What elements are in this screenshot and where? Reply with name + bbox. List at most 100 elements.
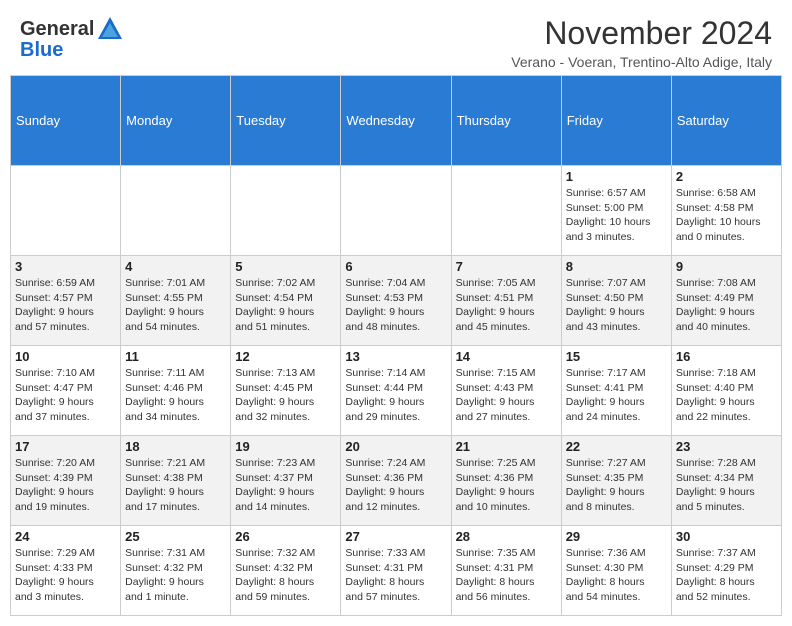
day-info: Sunrise: 7:20 AM Sunset: 4:39 PM Dayligh… [15, 456, 116, 515]
day-number: 11 [125, 349, 226, 364]
day-number: 3 [15, 259, 116, 274]
day-info: Sunrise: 7:28 AM Sunset: 4:34 PM Dayligh… [676, 456, 777, 515]
day-number: 22 [566, 439, 667, 454]
table-row: 17 Sunrise: 7:20 AM Sunset: 4:39 PM Dayli… [11, 436, 121, 526]
col-friday: Friday [561, 76, 671, 166]
day-info: Sunrise: 7:14 AM Sunset: 4:44 PM Dayligh… [345, 366, 446, 425]
logo: General Blue [20, 15, 124, 62]
day-info: Sunrise: 7:24 AM Sunset: 4:36 PM Dayligh… [345, 456, 446, 515]
day-number: 15 [566, 349, 667, 364]
day-info: Sunrise: 7:35 AM Sunset: 4:31 PM Dayligh… [456, 546, 557, 605]
day-info: Sunrise: 7:04 AM Sunset: 4:53 PM Dayligh… [345, 276, 446, 335]
day-info: Sunrise: 7:31 AM Sunset: 4:32 PM Dayligh… [125, 546, 226, 605]
day-number: 17 [15, 439, 116, 454]
day-number: 23 [676, 439, 777, 454]
day-info: Sunrise: 7:01 AM Sunset: 4:55 PM Dayligh… [125, 276, 226, 335]
table-row [11, 166, 121, 256]
day-info: Sunrise: 7:32 AM Sunset: 4:32 PM Dayligh… [235, 546, 336, 605]
day-number: 20 [345, 439, 446, 454]
table-row: 25 Sunrise: 7:31 AM Sunset: 4:32 PM Dayli… [121, 526, 231, 616]
col-wednesday: Wednesday [341, 76, 451, 166]
table-row: 19 Sunrise: 7:23 AM Sunset: 4:37 PM Dayli… [231, 436, 341, 526]
table-row: 15 Sunrise: 7:17 AM Sunset: 4:41 PM Dayli… [561, 346, 671, 436]
logo-general-text: General [20, 18, 94, 41]
day-number: 28 [456, 529, 557, 544]
col-sunday: Sunday [11, 76, 121, 166]
calendar-row: 10Sunrise: 7:10 AM Sunset: 4:47 PM Dayli… [11, 346, 782, 436]
day-number: 21 [456, 439, 557, 454]
table-row: 30 Sunrise: 7:37 AM Sunset: 4:29 PM Dayli… [671, 526, 781, 616]
table-row: 11 Sunrise: 7:11 AM Sunset: 4:46 PM Dayli… [121, 346, 231, 436]
table-row: 5 Sunrise: 7:02 AM Sunset: 4:54 PM Daylig… [231, 256, 341, 346]
day-number: 29 [566, 529, 667, 544]
table-row: 21 Sunrise: 7:25 AM Sunset: 4:36 PM Dayli… [451, 436, 561, 526]
table-row: 10Sunrise: 7:10 AM Sunset: 4:47 PM Dayli… [11, 346, 121, 436]
day-number: 26 [235, 529, 336, 544]
calendar-row: 3 Sunrise: 6:59 AM Sunset: 4:57 PM Daylig… [11, 256, 782, 346]
table-row: 4 Sunrise: 7:01 AM Sunset: 4:55 PM Daylig… [121, 256, 231, 346]
day-info: Sunrise: 7:37 AM Sunset: 4:29 PM Dayligh… [676, 546, 777, 605]
logo-blue-text: Blue [20, 39, 124, 62]
day-info: Sunrise: 7:02 AM Sunset: 4:54 PM Dayligh… [235, 276, 336, 335]
day-info: Sunrise: 6:59 AM Sunset: 4:57 PM Dayligh… [15, 276, 116, 335]
day-number: 19 [235, 439, 336, 454]
day-number: 25 [125, 529, 226, 544]
calendar-row: 24 Sunrise: 7:29 AM Sunset: 4:33 PM Dayli… [11, 526, 782, 616]
day-number: 5 [235, 259, 336, 274]
table-row: 16Sunrise: 7:18 AM Sunset: 4:40 PM Dayli… [671, 346, 781, 436]
col-tuesday: Tuesday [231, 76, 341, 166]
col-saturday: Saturday [671, 76, 781, 166]
calendar-row: 1Sunrise: 6:57 AM Sunset: 5:00 PM Daylig… [11, 166, 782, 256]
table-row [121, 166, 231, 256]
title-section: November 2024 Verano - Voeran, Trentino-… [511, 15, 772, 70]
table-row: 29Sunrise: 7:36 AM Sunset: 4:30 PM Dayli… [561, 526, 671, 616]
day-number: 4 [125, 259, 226, 274]
table-row: 28 Sunrise: 7:35 AM Sunset: 4:31 PM Dayli… [451, 526, 561, 616]
day-number: 18 [125, 439, 226, 454]
day-number: 30 [676, 529, 777, 544]
day-number: 2 [676, 169, 777, 184]
table-row: 7 Sunrise: 7:05 AM Sunset: 4:51 PM Daylig… [451, 256, 561, 346]
table-row: 12Sunrise: 7:13 AM Sunset: 4:45 PM Dayli… [231, 346, 341, 436]
table-row: 1Sunrise: 6:57 AM Sunset: 5:00 PM Daylig… [561, 166, 671, 256]
day-info: Sunrise: 7:27 AM Sunset: 4:35 PM Dayligh… [566, 456, 667, 515]
day-info: Sunrise: 7:23 AM Sunset: 4:37 PM Dayligh… [235, 456, 336, 515]
day-info: Sunrise: 7:21 AM Sunset: 4:38 PM Dayligh… [125, 456, 226, 515]
table-row: 24 Sunrise: 7:29 AM Sunset: 4:33 PM Dayli… [11, 526, 121, 616]
day-info: Sunrise: 7:33 AM Sunset: 4:31 PM Dayligh… [345, 546, 446, 605]
day-info: Sunrise: 7:29 AM Sunset: 4:33 PM Dayligh… [15, 546, 116, 605]
table-row [341, 166, 451, 256]
day-info: Sunrise: 6:58 AM Sunset: 4:58 PM Dayligh… [676, 186, 777, 245]
day-info: Sunrise: 7:17 AM Sunset: 4:41 PM Dayligh… [566, 366, 667, 425]
day-number: 12 [235, 349, 336, 364]
day-number: 24 [15, 529, 116, 544]
day-number: 1 [566, 169, 667, 184]
day-info: Sunrise: 7:05 AM Sunset: 4:51 PM Dayligh… [456, 276, 557, 335]
table-row: 23 Sunrise: 7:28 AM Sunset: 4:34 PM Dayli… [671, 436, 781, 526]
day-number: 16 [676, 349, 777, 364]
table-row: 8Sunrise: 7:07 AM Sunset: 4:50 PM Daylig… [561, 256, 671, 346]
day-number: 9 [676, 259, 777, 274]
table-row: 14Sunrise: 7:15 AM Sunset: 4:43 PM Dayli… [451, 346, 561, 436]
table-row [231, 166, 341, 256]
table-row: 22 Sunrise: 7:27 AM Sunset: 4:35 PM Dayli… [561, 436, 671, 526]
table-row: 2 Sunrise: 6:58 AM Sunset: 4:58 PM Daylig… [671, 166, 781, 256]
day-number: 13 [345, 349, 446, 364]
header: General Blue November 2024 Verano - Voer… [0, 0, 792, 75]
table-row: 27Sunrise: 7:33 AM Sunset: 4:31 PM Dayli… [341, 526, 451, 616]
day-number: 14 [456, 349, 557, 364]
day-number: 10 [15, 349, 116, 364]
calendar-row: 17 Sunrise: 7:20 AM Sunset: 4:39 PM Dayli… [11, 436, 782, 526]
day-number: 7 [456, 259, 557, 274]
table-row: 9 Sunrise: 7:08 AM Sunset: 4:49 PM Daylig… [671, 256, 781, 346]
table-row: 18 Sunrise: 7:21 AM Sunset: 4:38 PM Dayli… [121, 436, 231, 526]
day-info: Sunrise: 7:25 AM Sunset: 4:36 PM Dayligh… [456, 456, 557, 515]
table-row: 26 Sunrise: 7:32 AM Sunset: 4:32 PM Dayli… [231, 526, 341, 616]
calendar: Sunday Monday Tuesday Wednesday Thursday… [10, 75, 782, 616]
table-row: 6 Sunrise: 7:04 AM Sunset: 4:53 PM Daylig… [341, 256, 451, 346]
table-row [451, 166, 561, 256]
day-info: Sunrise: 7:11 AM Sunset: 4:46 PM Dayligh… [125, 366, 226, 425]
day-info: Sunrise: 7:08 AM Sunset: 4:49 PM Dayligh… [676, 276, 777, 335]
day-number: 6 [345, 259, 446, 274]
table-row: 3 Sunrise: 6:59 AM Sunset: 4:57 PM Daylig… [11, 256, 121, 346]
